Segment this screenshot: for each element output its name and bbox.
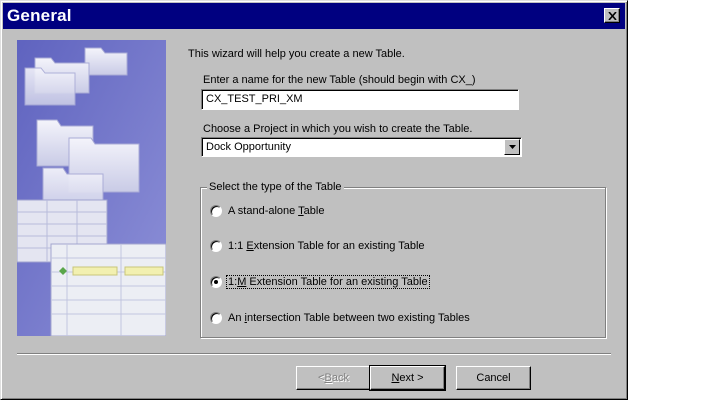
option-standalone-table[interactable]: A stand-alone Table: [210, 203, 325, 219]
close-icon: [607, 11, 617, 20]
table-type-group: Select the type of the Table A stand-alo…: [200, 181, 606, 338]
option-one-to-one-extension[interactable]: 1:1 Extension Table for an existing Tabl…: [210, 238, 426, 254]
close-button[interactable]: [604, 8, 620, 23]
option-intersection-label: An intersection Table between two existi…: [228, 312, 470, 324]
wizard-illustration: [17, 40, 166, 336]
next-button[interactable]: Next >: [369, 365, 446, 391]
window-title: General: [7, 6, 72, 25]
back-button[interactable]: < Back: [296, 366, 371, 390]
intro-text: This wizard will help you create a new T…: [188, 48, 405, 60]
radio-standalone[interactable]: [210, 205, 222, 217]
table-name-label: Enter a name for the new Table (should b…: [203, 74, 476, 86]
title-bar[interactable]: General: [3, 3, 625, 29]
cancel-button[interactable]: Cancel: [456, 366, 531, 390]
project-dropdown-button[interactable]: [504, 139, 520, 155]
project-value: Dock Opportunity: [206, 141, 291, 153]
project-label: Choose a Project in which you wish to cr…: [203, 123, 473, 135]
table-type-legend: Select the type of the Table: [207, 181, 344, 193]
wizard-dialog: General This wizard will help you create…: [0, 0, 628, 400]
table-name-input[interactable]: CX_TEST_PRI_XM: [201, 89, 519, 110]
project-select[interactable]: Dock Opportunity: [201, 137, 522, 157]
table-name-value: CX_TEST_PRI_XM: [206, 93, 303, 105]
option-intersection-table[interactable]: An intersection Table between two existi…: [210, 310, 471, 326]
radio-intersection[interactable]: [210, 312, 222, 324]
footer-separator: [17, 353, 611, 355]
option-one-to-many-extension[interactable]: 1:M Extension Table for an existing Tabl…: [210, 274, 430, 290]
option-one-to-one-label: 1:1 Extension Table for an existing Tabl…: [228, 240, 425, 252]
dropdown-arrow-icon: [508, 145, 516, 149]
radio-one-to-many[interactable]: [210, 276, 222, 288]
option-standalone-label: A stand-alone Table: [228, 205, 325, 217]
option-one-to-many-label: 1:M Extension Table for an existing Tabl…: [226, 275, 430, 289]
radio-one-to-one[interactable]: [210, 240, 222, 252]
